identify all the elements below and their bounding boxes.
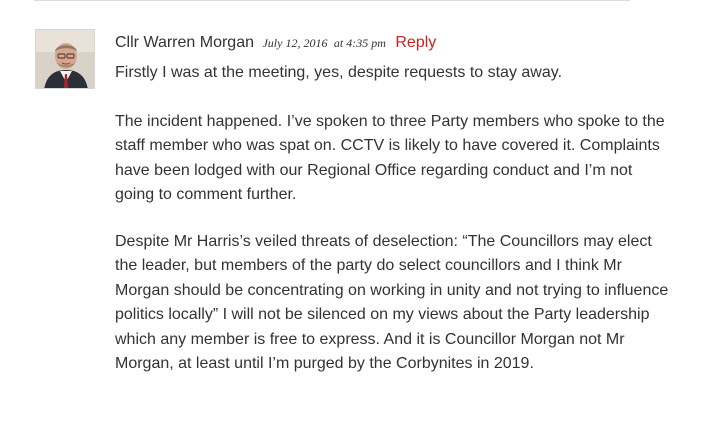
divider [34, 0, 630, 1]
comment: Cllr Warren Morgan July 12, 2016 at 4:35… [115, 30, 675, 399]
comment-paragraph: Firstly I was at the meeting, yes, despi… [115, 64, 563, 81]
reply-link[interactable]: Reply [395, 34, 436, 51]
comment-date[interactable]: July 12, 2016 [262, 36, 327, 50]
comment-body: Firstly I was at the meeting, yes, despi… [115, 61, 675, 377]
comment-paragraph: Despite Mr Harris’s veiled threats of de… [115, 232, 669, 373]
comment-meta: Cllr Warren Morgan July 12, 2016 at 4:35… [115, 30, 675, 56]
comment-paragraph: The incident happened. I’ve spoken to th… [115, 112, 665, 204]
comment-time[interactable]: at 4:35 pm [334, 36, 386, 50]
avatar [35, 29, 95, 89]
avatar-image [36, 30, 94, 88]
comment-page: Cllr Warren Morgan July 12, 2016 at 4:35… [0, 0, 706, 421]
comment-author: Cllr Warren Morgan [115, 34, 254, 51]
